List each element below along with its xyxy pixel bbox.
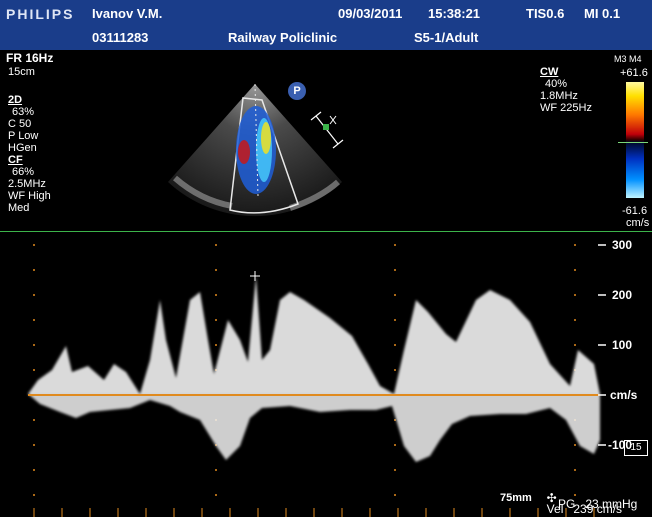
timing-dot [33,469,35,471]
axis-label-300: 300 [612,238,633,252]
velocity-cursor [250,271,260,281]
timing-dot [394,294,396,296]
spectral-doppler-trace [28,244,606,517]
timing-dot [33,294,35,296]
timing-dot [33,244,35,246]
doppler-envelopes [28,276,600,462]
timing-dot [574,269,576,271]
sweep-speed: 75mm [500,492,532,504]
timing-dot [215,469,217,471]
timing-dot [215,319,217,321]
timing-dot [574,294,576,296]
axis-label-100: 100 [612,338,633,352]
timing-dot [394,369,396,371]
timing-dot [574,344,576,346]
timing-dot [33,269,35,271]
timing-dot [215,294,217,296]
timing-dot [215,269,217,271]
timing-dot [33,444,35,446]
scale-box: 15 [624,440,648,456]
timing-dot [215,494,217,496]
timing-dot [33,344,35,346]
time-ticks [33,508,595,517]
axis-label-unit: cm/s [610,388,638,402]
timing-dot [215,244,217,246]
axis-label-200: 200 [612,288,633,302]
timing-dot [394,444,396,446]
timing-dot [574,469,576,471]
timing-dot [394,344,396,346]
timing-dot [33,419,35,421]
timing-dot [394,269,396,271]
timing-dot [394,469,396,471]
pg-readout: PG 23 mmHg [558,497,638,511]
timing-dot [33,369,35,371]
timing-dot [394,244,396,246]
timing-dot [394,494,396,496]
timing-dot [574,319,576,321]
timing-dot [574,444,576,446]
timing-dot [574,244,576,246]
timing-dot [215,344,217,346]
timing-dot [33,494,35,496]
timing-dot [394,419,396,421]
timing-dot [394,319,396,321]
timing-dot [33,319,35,321]
